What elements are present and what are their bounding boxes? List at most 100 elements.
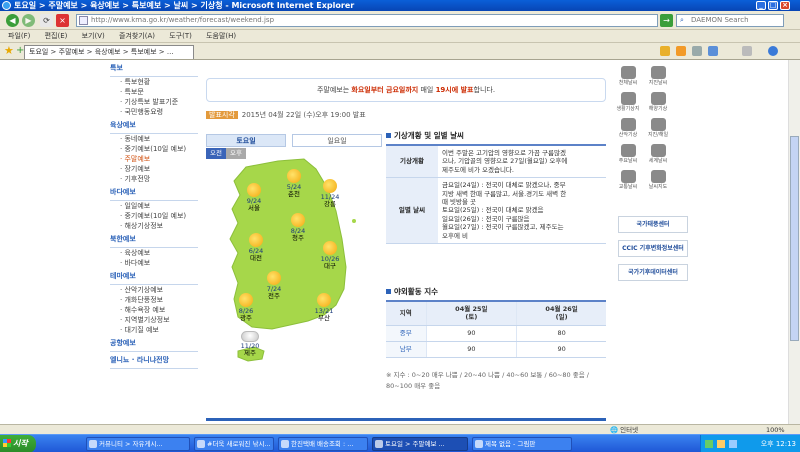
quick-link[interactable]: 천체날씨 xyxy=(612,66,644,86)
city-forecast[interactable]: 11/24 강릉 xyxy=(310,179,350,208)
help-icon[interactable] xyxy=(768,46,778,56)
nav-item[interactable]: · 장기예보 xyxy=(120,164,198,174)
quick-link[interactable]: 해양기상 xyxy=(642,92,674,112)
quick-link[interactable]: 세계날씨 xyxy=(642,144,674,164)
clock: 오후 12:13 xyxy=(760,440,796,448)
nav-item[interactable]: · 동네예보 xyxy=(120,134,198,144)
nav-section-title[interactable]: 특보 xyxy=(110,63,198,73)
tray-icon[interactable] xyxy=(717,440,725,448)
nav-item[interactable]: · 중기예보(10일 예보) xyxy=(120,144,198,154)
tab-sunday[interactable]: 일요일 xyxy=(292,134,382,147)
menu-edit[interactable]: 편집(E) xyxy=(45,32,68,40)
day-tabs: 토요일 일요일 xyxy=(206,134,382,147)
quick-link[interactable]: 주요날씨 xyxy=(612,144,644,164)
climate-data-center-banner[interactable]: 국가기후데이터센터 xyxy=(618,264,688,281)
vertical-scrollbar[interactable] xyxy=(788,60,800,434)
close-button[interactable]: × xyxy=(780,1,790,10)
address-input[interactable]: http://www.kma.go.kr/weather/forecast/we… xyxy=(76,14,658,27)
notice-box: 주말예보는 화요일부터 금요일까지 매일 19시에 발표합니다. xyxy=(206,78,606,102)
nav-item[interactable]: · 특보현황 xyxy=(120,77,198,87)
scrollbar-thumb[interactable] xyxy=(790,136,799,341)
nav-item[interactable]: · 기후전망 xyxy=(120,174,198,184)
region-cell: 중부 xyxy=(386,325,426,342)
city-forecast[interactable]: 9/24 서울 xyxy=(234,183,274,212)
page-content: 특보 · 특보현황 · 특보문 · 기상특보 발표기준 · 국민행동요령육상예보 · 동네… xyxy=(0,60,788,434)
city-forecast[interactable]: 13/21 부산 xyxy=(304,293,344,322)
feed-icon[interactable] xyxy=(676,46,686,56)
quick-link[interactable]: 지진날씨 xyxy=(642,66,674,86)
taskbar-button[interactable]: 제목 없음 - 그림판 xyxy=(472,437,572,451)
home-icon[interactable] xyxy=(660,46,670,56)
nav-section-title[interactable]: 바다예보 xyxy=(110,187,198,197)
nav-item[interactable]: · 국민행동요령 xyxy=(120,107,198,117)
table-row: 기상개황 이번 주말은 고기압의 영향으로 가끔 구름많겠 으나, 기압골의 영향으… xyxy=(386,145,606,179)
page-menu-icon[interactable] xyxy=(708,46,718,56)
city-forecast[interactable]: 8/26 광주 xyxy=(226,293,266,322)
nav-section-title[interactable]: 엘니뇨 · 라니냐전망 xyxy=(110,355,198,365)
quick-link[interactable]: 지진/해일 xyxy=(642,118,674,138)
city-forecast[interactable]: 8/24 청주 xyxy=(278,213,318,242)
sunny-icon xyxy=(291,213,305,227)
text-line: 지방 새벽 한때 구름많고, 서울.경기도 새벽 한 xyxy=(442,189,567,198)
nav-item[interactable]: · 기상특보 발표기준 xyxy=(120,97,198,107)
browser-tab[interactable]: 토요일 > 주말예보 > 육상예보 > 특보예보 > ... xyxy=(24,45,194,59)
quick-link[interactable]: 날씨지도 xyxy=(642,170,674,190)
taskbar-button[interactable]: #더욱 새로워진 낚시... xyxy=(194,437,274,451)
index-cell: 90 xyxy=(516,341,606,358)
tab-saturday[interactable]: 토요일 xyxy=(206,134,286,147)
minimize-button[interactable]: _ xyxy=(756,1,766,10)
city-forecast[interactable]: 5/24 춘천 xyxy=(274,169,314,198)
nav-section-title[interactable]: 북한예보 xyxy=(110,234,198,244)
print-icon[interactable] xyxy=(692,46,702,56)
stop-icon[interactable]: × xyxy=(56,14,69,27)
city-forecast[interactable]: 10/26 대구 xyxy=(310,241,350,270)
nav-item[interactable]: · 지역별기상정보 xyxy=(120,315,198,325)
favorites-star-icon[interactable]: ★ xyxy=(4,44,14,57)
menu-help[interactable]: 도움말(H) xyxy=(206,32,236,40)
menu-file[interactable]: 파일(F) xyxy=(8,32,30,40)
refresh-icon[interactable]: ⟳ xyxy=(40,14,53,27)
menu-view[interactable]: 보기(V) xyxy=(82,32,105,40)
taskbar-button[interactable]: 커뮤니티 > 자유게시... xyxy=(86,437,190,451)
search-icon: ⌕ xyxy=(680,16,684,24)
nav-section-title[interactable]: 육상예보 xyxy=(110,120,198,130)
nav-section-title[interactable]: 공항예보 xyxy=(110,338,198,348)
nav-item[interactable]: · 해상기상정보 xyxy=(120,221,198,231)
quick-link[interactable]: 생활기상지 xyxy=(612,92,644,112)
start-button[interactable]: 시작 xyxy=(0,435,36,452)
nav-item[interactable]: · 바다예보 xyxy=(120,258,198,268)
volume-icon[interactable] xyxy=(729,440,737,448)
taskbar-button[interactable]: 한진택배 배송조회 : ... xyxy=(278,437,368,451)
nav-item[interactable]: · 주말예보 xyxy=(120,154,198,164)
nav-item[interactable]: · 산악기상예보 xyxy=(120,285,198,295)
city-forecast[interactable]: 6/24 대전 xyxy=(236,233,276,262)
nav-item[interactable]: · 해수욕장 예보 xyxy=(120,305,198,315)
nav-item[interactable]: · 일일예보 xyxy=(120,201,198,211)
city-name: 제주 xyxy=(244,349,256,357)
menu-favorites[interactable]: 즐겨찾기(A) xyxy=(119,32,155,40)
go-button[interactable]: → xyxy=(660,14,673,27)
text-line: 오후에 비 xyxy=(442,231,468,240)
city-name: 서울 xyxy=(248,204,260,212)
back-button[interactable]: ◀ xyxy=(6,14,19,27)
maximize-button[interactable]: □ xyxy=(768,1,778,10)
nav-item[interactable]: · 대기질 예보 xyxy=(120,325,198,335)
taskbar-button[interactable]: 토요일 > 주말예보 ... xyxy=(372,437,468,451)
nav-item[interactable]: · 특보문 xyxy=(120,87,198,97)
quick-link[interactable]: 교통날씨 xyxy=(612,170,644,190)
menu-tools[interactable]: 도구(T) xyxy=(169,32,192,40)
nav-item[interactable]: · 육상예보 xyxy=(120,248,198,258)
climate-change-center-banner[interactable]: CCIC 기후변화정보센터 xyxy=(618,240,688,257)
nav-item[interactable]: · 중기예보(10일 예보) xyxy=(120,211,198,221)
city-forecast[interactable]: 11/20 제주 xyxy=(230,331,270,357)
nav-item[interactable]: · 개화단풍정보 xyxy=(120,295,198,305)
search-input[interactable]: ⌕ DAEMON Search xyxy=(676,14,784,27)
forward-button[interactable]: ▶ xyxy=(22,14,35,27)
typhoon-center-banner[interactable]: 국가태풍센터 xyxy=(618,216,688,233)
weather-section-title: 기상개황 및 일별 날씨 xyxy=(386,130,464,141)
nav-section-title[interactable]: 테마예보 xyxy=(110,271,198,281)
col-region: 지역 xyxy=(386,301,426,326)
tray-icon[interactable] xyxy=(705,440,713,448)
quick-link[interactable]: 산악기상 xyxy=(612,118,644,138)
tools-menu-icon[interactable] xyxy=(742,46,752,56)
